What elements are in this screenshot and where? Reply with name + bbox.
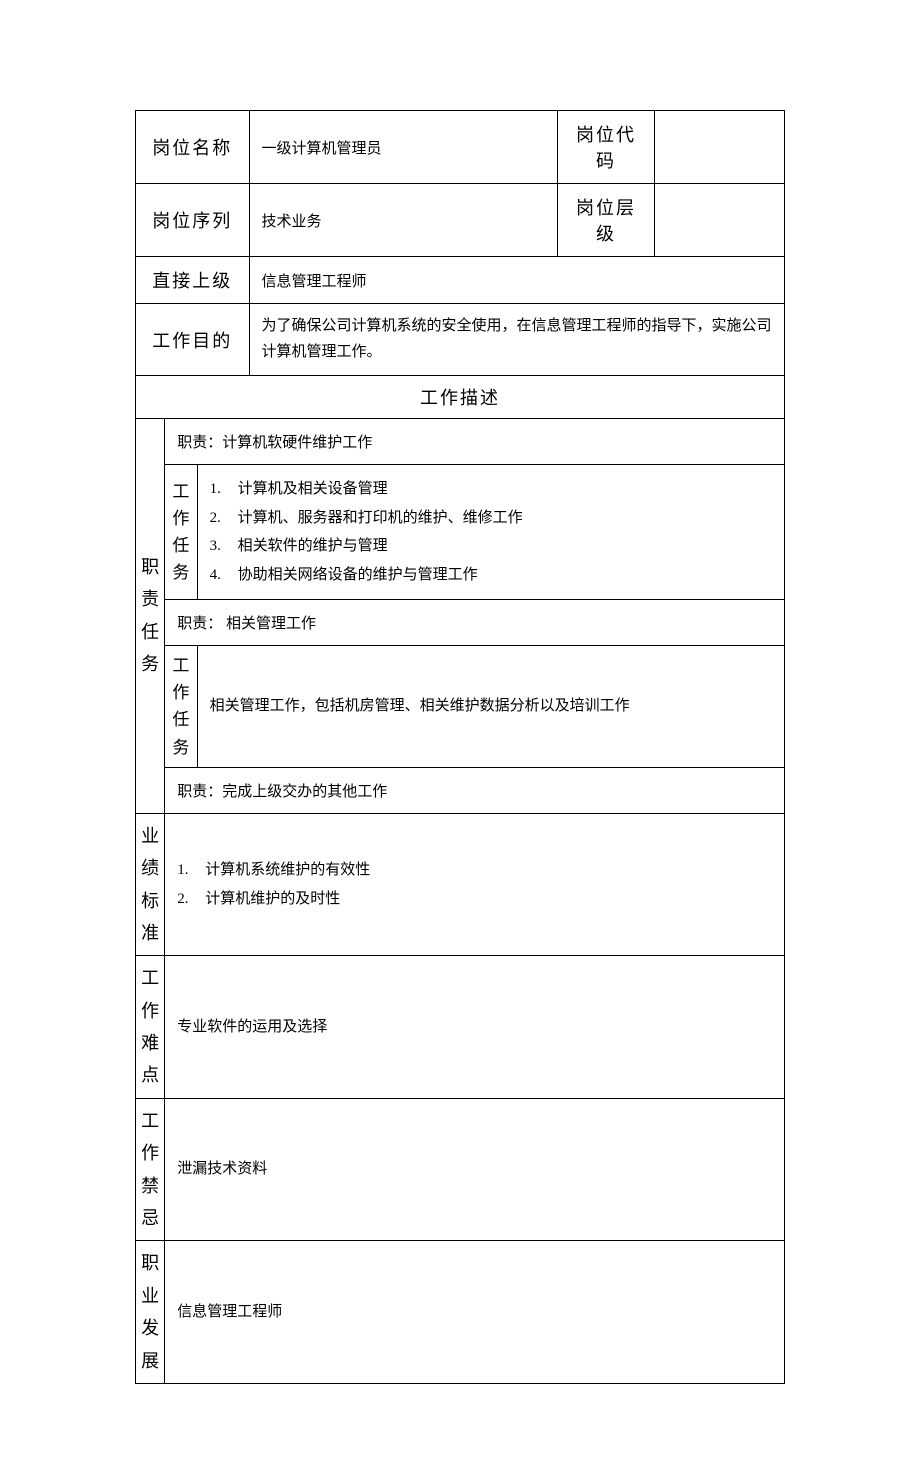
position-code-value bbox=[655, 111, 785, 184]
work-purpose-label: 工作目的 bbox=[136, 304, 250, 376]
direct-supervisor-label: 直接上级 bbox=[136, 257, 250, 304]
position-series-value: 技术业务 bbox=[249, 184, 557, 257]
position-level-value bbox=[655, 184, 785, 257]
side-label-duties: 职责任务 bbox=[136, 419, 165, 814]
side-label-career: 职业发展 bbox=[136, 1241, 165, 1384]
taboos-content: 泄漏技术资料 bbox=[165, 1098, 785, 1241]
position-level-label: 岗位层级 bbox=[557, 184, 654, 257]
tasks-label-2: 工作任务 bbox=[165, 646, 197, 768]
position-name-value: 一级计算机管理员 bbox=[249, 111, 557, 184]
performance-content: 1. 计算机系统维护的有效性2. 计算机维护的及时性 bbox=[165, 813, 785, 956]
position-code-label: 岗位代码 bbox=[557, 111, 654, 184]
side-label-performance: 业绩标准 bbox=[136, 813, 165, 956]
tasks-label-1: 工作任务 bbox=[165, 465, 197, 600]
job-description-table: 岗位名称 一级计算机管理员 岗位代码 岗位序列 技术业务 岗位层级 直接上级 信… bbox=[135, 110, 785, 1384]
work-purpose-value: 为了确保公司计算机系统的安全使用，在信息管理工程师的指导下，实施公司计算机管理工… bbox=[249, 304, 784, 376]
duty-2-title: 职责： 相关管理工作 bbox=[165, 600, 785, 646]
position-name-label: 岗位名称 bbox=[136, 111, 250, 184]
difficulties-content: 专业软件的运用及选择 bbox=[165, 956, 785, 1099]
side-label-difficulties: 工作难点 bbox=[136, 956, 165, 1099]
duty-2-tasks: 相关管理工作，包括机房管理、相关维护数据分析以及培训工作 bbox=[197, 646, 784, 768]
position-series-label: 岗位序列 bbox=[136, 184, 250, 257]
duty-1-title: 职责：计算机软硬件维护工作 bbox=[165, 419, 785, 465]
side-label-taboos: 工作禁忌 bbox=[136, 1098, 165, 1241]
career-content: 信息管理工程师 bbox=[165, 1241, 785, 1384]
duty-3-title: 职责：完成上级交办的其他工作 bbox=[165, 767, 785, 813]
direct-supervisor-value: 信息管理工程师 bbox=[249, 257, 784, 304]
duty-1-tasks: 1. 计算机及相关设备管理2. 计算机、服务器和打印机的维护、维修工作3. 相关… bbox=[197, 465, 784, 600]
section-title: 工作描述 bbox=[136, 376, 785, 419]
